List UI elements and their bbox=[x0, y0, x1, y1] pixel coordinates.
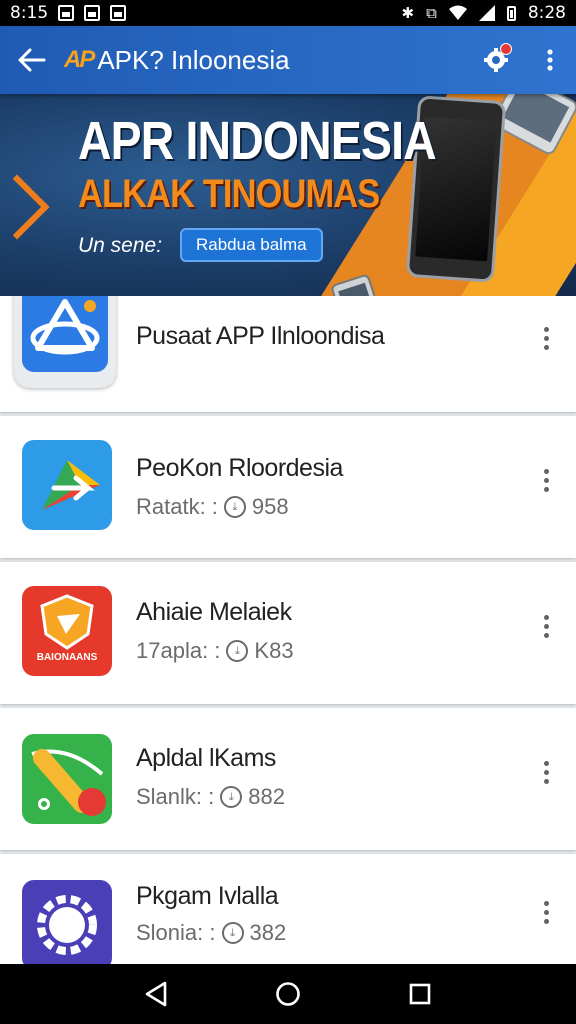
app-meta-label: Slanlk: : bbox=[136, 784, 215, 809]
home-circle-icon bbox=[276, 982, 300, 1006]
more-vert-icon bbox=[547, 49, 553, 71]
gallery-notification-icon bbox=[58, 5, 75, 21]
app-meta-label: Ratatk: : bbox=[136, 494, 218, 519]
list-item[interactable]: Apldal lKams Slanlk: : ⤓ 882 bbox=[0, 708, 576, 850]
nav-home-button[interactable] bbox=[264, 970, 312, 1018]
download-icon: ⤓ bbox=[220, 786, 243, 808]
app-meta-value: 382 bbox=[249, 920, 287, 945]
app-meta: Ratatk: : ⤓ 958 bbox=[136, 494, 289, 520]
image-notification-icon bbox=[84, 5, 101, 21]
shield-star-icon: BAIONAANS bbox=[22, 586, 112, 676]
app-meta-label: Slonia: : bbox=[136, 920, 216, 945]
vibrate-icon: ⧉ bbox=[426, 4, 437, 22]
nav-recents-button[interactable] bbox=[396, 970, 444, 1018]
app-bar: AP APK? Inloonesia bbox=[0, 26, 576, 94]
notification-badge bbox=[500, 43, 512, 55]
nav-back-button[interactable] bbox=[132, 970, 180, 1018]
item-menu-button[interactable] bbox=[536, 608, 556, 644]
app-meta: 17apla: : ⤓ K83 bbox=[136, 638, 294, 664]
back-triangle-icon bbox=[145, 981, 167, 1007]
app-logo: AP bbox=[64, 46, 95, 73]
banner-headline: APR INDONESIA bbox=[78, 111, 437, 171]
app-notification-icon bbox=[110, 5, 127, 21]
bluetooth-icon: ✱ bbox=[401, 4, 415, 22]
app-name: Apldal lKams bbox=[136, 744, 276, 772]
overflow-menu-button[interactable] bbox=[524, 26, 576, 94]
download-icon: ⤓ bbox=[221, 922, 244, 944]
banner-tagline: Un sene: bbox=[78, 234, 163, 257]
item-menu-button[interactable] bbox=[536, 462, 556, 498]
status-bar: 8:15 ✱ ⧉ 8:28 bbox=[0, 0, 576, 26]
back-arrow-icon bbox=[18, 48, 46, 72]
page-title: APK? Inloonesia bbox=[97, 44, 290, 75]
item-menu-button[interactable] bbox=[536, 320, 556, 356]
app-meta: Slanlk: : ⤓ 882 bbox=[136, 784, 285, 810]
banner-chevron-icon bbox=[0, 174, 50, 240]
item-menu-button[interactable] bbox=[536, 894, 556, 930]
pin-path-icon bbox=[22, 734, 112, 824]
list-item[interactable]: Pkgam Ivlalla Slonia: : ⤓ 382 bbox=[0, 854, 576, 964]
item-menu-button[interactable] bbox=[536, 754, 556, 790]
arrow-play-icon bbox=[22, 440, 112, 530]
app-name: Ahiaie Melaiek bbox=[136, 598, 292, 626]
wifi-icon bbox=[448, 5, 467, 20]
app-name: Pusaat APP Ilnloondisa bbox=[136, 322, 385, 350]
banner-cta-button[interactable]: Rabdua balma bbox=[180, 228, 323, 262]
back-button[interactable] bbox=[0, 26, 64, 94]
download-icon: ⤓ bbox=[223, 496, 246, 518]
banner-subheadline: ALKAK TINOUMAS bbox=[78, 172, 380, 216]
triangle-a-icon bbox=[14, 296, 116, 388]
status-time-right: 8:28 bbox=[527, 3, 566, 23]
icon-label: BAIONAANS bbox=[36, 652, 98, 663]
screen: 8:15 ✱ ⧉ 8:28 AP APK? Inloonesia APR IND… bbox=[0, 0, 576, 1024]
app-meta-value: K83 bbox=[254, 638, 294, 663]
signal-icon bbox=[478, 5, 495, 21]
app-list: Pusaat APP Ilnloondisa PeoKon Rloordesia… bbox=[0, 296, 576, 964]
app-meta-value: 882 bbox=[248, 784, 285, 809]
app-meta-label: 17apla: : bbox=[136, 638, 221, 663]
app-meta: Slonia: : ⤓ 382 bbox=[136, 920, 286, 946]
app-meta-value: 958 bbox=[251, 494, 289, 519]
download-icon: ⤓ bbox=[226, 640, 249, 662]
battery-icon bbox=[506, 5, 516, 21]
app-name: Pkgam Ivlalla bbox=[136, 882, 279, 910]
list-item[interactable]: BAIONAANS Ahiaie Melaiek 17apla: : ⤓ K83 bbox=[0, 562, 576, 704]
status-time-left: 8:15 bbox=[10, 3, 49, 23]
gear-compass-icon bbox=[22, 880, 112, 964]
promo-banner[interactable]: APR INDONESIA ALKAK TINOUMAS Un sene: Ra… bbox=[0, 94, 576, 296]
notifications-button[interactable] bbox=[468, 26, 524, 94]
list-item[interactable]: PeoKon Rloordesia Ratatk: : ⤓ 958 bbox=[0, 416, 576, 558]
list-item[interactable]: Pusaat APP Ilnloondisa bbox=[0, 296, 576, 412]
recents-square-icon bbox=[409, 983, 431, 1005]
system-nav-bar bbox=[0, 964, 576, 1024]
app-name: PeoKon Rloordesia bbox=[136, 454, 343, 482]
